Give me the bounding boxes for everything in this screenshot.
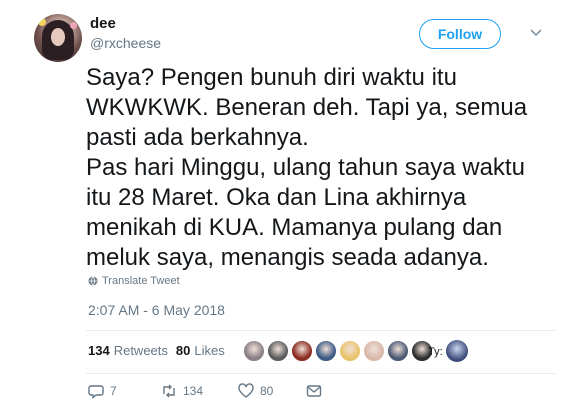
like-count: 80 bbox=[260, 384, 274, 398]
retweet-count: 134 bbox=[183, 384, 204, 398]
tweet-paragraph: Pas hari Minggu, ulang tahun saya waktu … bbox=[86, 154, 525, 271]
retweets-count[interactable]: 134 bbox=[88, 343, 110, 358]
liker-avatar[interactable] bbox=[446, 340, 468, 362]
likers-avatars bbox=[243, 340, 433, 362]
retweets-label[interactable]: Retweets bbox=[114, 343, 168, 358]
likes-count[interactable]: 80 bbox=[176, 343, 190, 358]
liker-avatar[interactable] bbox=[315, 340, 337, 362]
like-button[interactable]: 80 bbox=[238, 383, 273, 399]
tweet-text: Saya? Pengen bunuh diri waktu itu WKWKWK… bbox=[86, 63, 556, 273]
reply-button[interactable]: 7 bbox=[88, 383, 117, 399]
envelope-icon bbox=[306, 385, 322, 397]
translate-label[interactable]: Translate Tweet bbox=[102, 275, 180, 287]
likers-more-label: Ty: bbox=[428, 346, 443, 358]
divider bbox=[86, 330, 556, 331]
likes-label[interactable]: Likes bbox=[194, 343, 224, 358]
chevron-down-icon[interactable] bbox=[529, 26, 543, 40]
display-name[interactable]: dee bbox=[90, 15, 116, 32]
translate-tweet-link[interactable]: Translate Tweet bbox=[88, 275, 180, 287]
avatar[interactable] bbox=[34, 14, 82, 62]
follow-button[interactable]: Follow bbox=[419, 19, 501, 49]
avatar-flower bbox=[70, 22, 77, 29]
globe-icon bbox=[88, 276, 98, 286]
liker-avatar[interactable] bbox=[363, 340, 385, 362]
retweet-button[interactable]: 134 bbox=[161, 383, 203, 399]
liker-avatar[interactable] bbox=[267, 340, 289, 362]
liker-avatar[interactable] bbox=[243, 340, 265, 362]
user-handle[interactable]: @rxcheese bbox=[90, 35, 161, 51]
liker-avatar[interactable] bbox=[291, 340, 313, 362]
liker-avatar[interactable] bbox=[339, 340, 361, 362]
tweet-timestamp[interactable]: 2:07 AM - 6 May 2018 bbox=[88, 302, 225, 318]
avatar-face bbox=[51, 28, 65, 46]
direct-message-button[interactable] bbox=[306, 383, 322, 399]
tweet-stats: 134 Retweets 80 Likes bbox=[88, 343, 233, 358]
liker-avatar[interactable] bbox=[387, 340, 409, 362]
avatar-flower bbox=[38, 18, 46, 26]
reply-count: 7 bbox=[110, 384, 117, 398]
tweet-actions: 7 134 80 bbox=[88, 383, 388, 405]
heart-icon bbox=[238, 383, 254, 398]
divider bbox=[86, 373, 556, 374]
reply-icon bbox=[88, 385, 104, 399]
tweet-paragraph: Saya? Pengen bunuh diri waktu itu WKWKWK… bbox=[86, 64, 528, 151]
retweet-icon bbox=[163, 384, 175, 398]
